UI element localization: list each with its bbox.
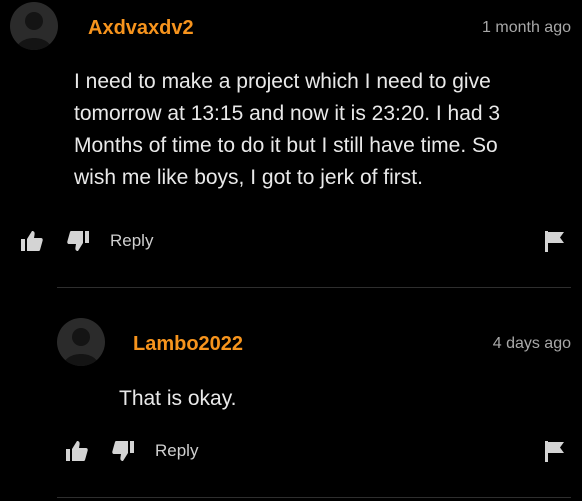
comment-timestamp: 4 days ago bbox=[492, 335, 571, 352]
thumbs-down-icon[interactable] bbox=[111, 439, 135, 463]
divider bbox=[57, 497, 571, 498]
avatar-placeholder-icon bbox=[63, 328, 99, 366]
comment-reply: Lambo2022 4 days ago That is okay. Reply bbox=[0, 0, 582, 501]
comment-username[interactable]: Lambo2022 bbox=[133, 333, 243, 356]
flag-icon[interactable] bbox=[543, 439, 567, 463]
comment-actions: Reply bbox=[65, 439, 572, 465]
reply-button[interactable]: Reply bbox=[155, 441, 198, 461]
comment-text: That is okay. bbox=[119, 387, 237, 410]
avatar[interactable] bbox=[57, 318, 105, 366]
thumbs-up-icon[interactable] bbox=[65, 439, 89, 463]
